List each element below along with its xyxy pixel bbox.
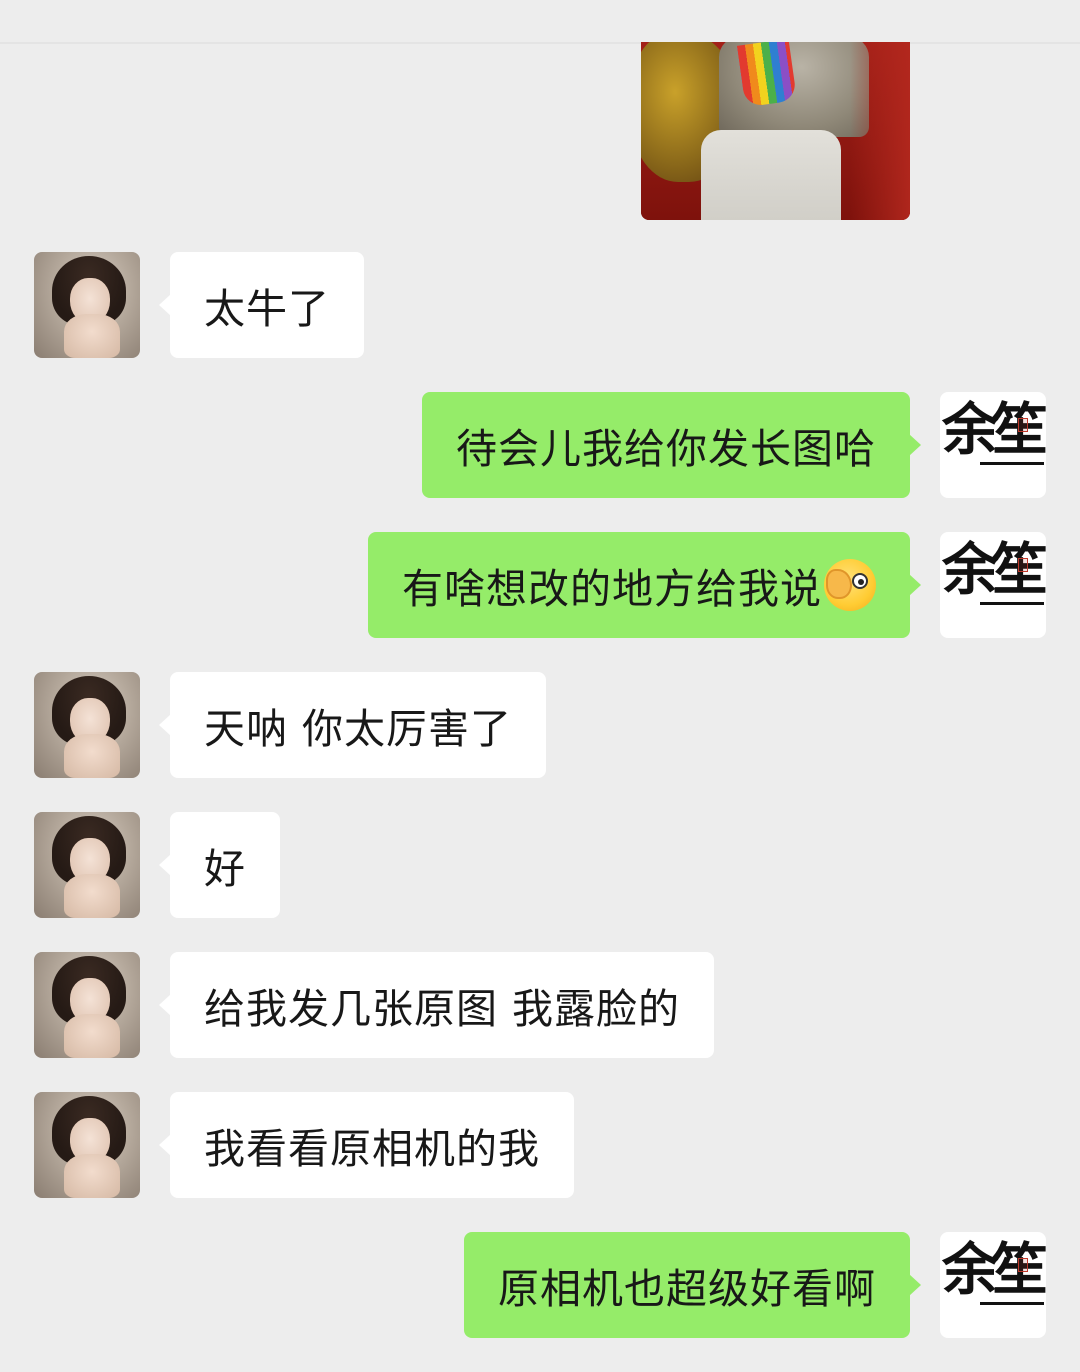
avatar-hand: [64, 1154, 120, 1198]
message-text: 我看看原相机的我: [204, 1125, 540, 1173]
self-avatar[interactable]: 余笙: [940, 392, 1046, 498]
self-avatar[interactable]: 余笙: [940, 532, 1046, 638]
avatar-seal: [1018, 418, 1028, 432]
avatar-hand: [64, 874, 120, 918]
photo-message[interactable]: [641, 42, 910, 220]
avatar-logo-stroke: [980, 602, 1044, 605]
avatar-hand: [64, 314, 120, 358]
incoming-message-bubble[interactable]: 给我发几张原图 我露脸的: [158, 952, 715, 1058]
avatar-hand: [64, 1014, 120, 1058]
incoming-message-bubble[interactable]: 好: [159, 812, 280, 918]
contact-avatar[interactable]: [34, 672, 140, 778]
contact-avatar[interactable]: [34, 252, 140, 358]
face-with-hand-over-eye-icon: [824, 559, 876, 611]
contact-avatar[interactable]: [34, 952, 140, 1058]
message-text: 有啥想改的地方给我说: [402, 565, 822, 613]
self-avatar[interactable]: 余笙: [940, 1232, 1046, 1338]
message-text: 给我发几张原图 我露脸的: [204, 985, 681, 1033]
header-divider: [0, 42, 1080, 44]
message-text: 太牛了: [204, 285, 330, 333]
photo-shade: [850, 42, 910, 220]
incoming-message-bubble[interactable]: 天呐 你太厉害了: [158, 672, 547, 778]
avatar-seal: [1018, 558, 1028, 572]
avatar-logo-stroke: [980, 462, 1044, 465]
contact-avatar[interactable]: [34, 1092, 140, 1198]
incoming-message-bubble[interactable]: 太牛了: [159, 252, 364, 358]
contact-avatar[interactable]: [34, 812, 140, 918]
avatar-logo-stroke: [980, 1302, 1044, 1305]
message-text: 原相机也超级好看啊: [498, 1265, 876, 1313]
photo-skirt: [701, 130, 841, 220]
outgoing-message-bubble[interactable]: 有啥想改的地方给我说: [368, 532, 921, 638]
avatar-hand: [64, 734, 120, 778]
outgoing-message-bubble[interactable]: 原相机也超级好看啊: [464, 1232, 921, 1338]
photo-rainbow-sleeve: [736, 42, 798, 108]
incoming-message-bubble[interactable]: 我看看原相机的我: [159, 1092, 574, 1198]
outgoing-message-bubble[interactable]: 待会儿我给你发长图哈: [422, 392, 921, 498]
avatar-seal: [1018, 1258, 1028, 1272]
message-text: 天呐 你太厉害了: [204, 705, 513, 753]
message-text: 好: [204, 845, 246, 893]
emoji-eye: [852, 573, 868, 589]
emoji-hand: [826, 569, 852, 599]
message-text: 待会儿我给你发长图哈: [456, 425, 876, 473]
